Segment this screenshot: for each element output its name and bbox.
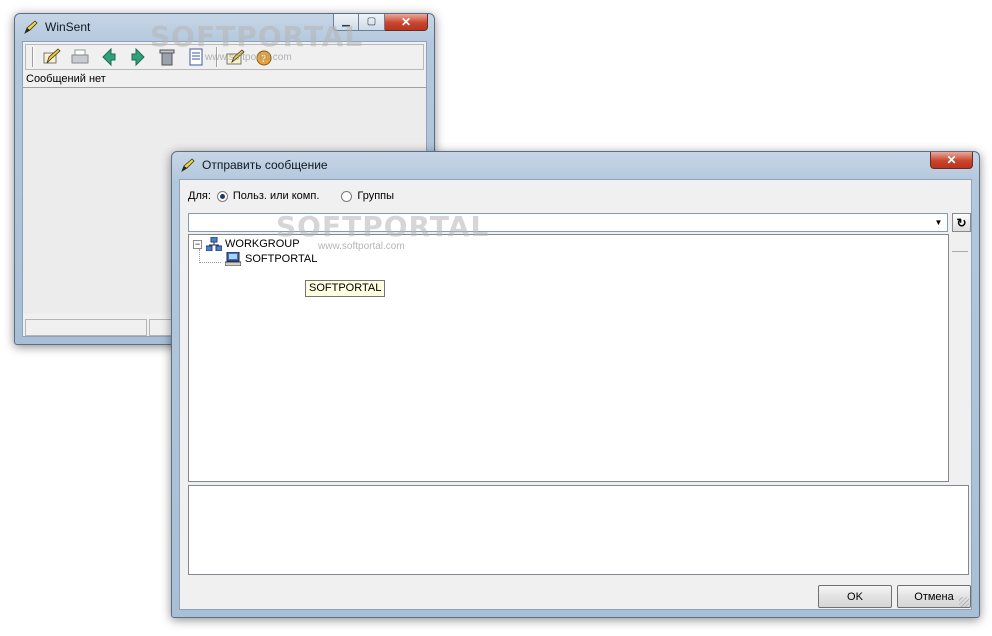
tree-item-workgroup-label: WORKGROUP	[225, 238, 300, 250]
collapse-icon[interactable]: −	[193, 239, 202, 249]
combo-dropdown-edge	[952, 234, 968, 252]
minimize-button[interactable]: ▁	[333, 14, 359, 31]
back-button[interactable]	[98, 46, 120, 68]
print-icon	[71, 49, 89, 64]
pencil-icon	[24, 20, 38, 34]
toolbar-separator	[32, 47, 34, 67]
toolbar-separator	[216, 47, 218, 67]
dialog-client-area: Для: Польз. или комп. Группы ▼ ↻ − WORKG…	[179, 179, 972, 610]
minimize-icon: ▁	[342, 16, 350, 27]
write-message-button[interactable]	[40, 46, 62, 68]
chevron-down-icon[interactable]: ▼	[931, 215, 946, 230]
send-message-dialog: Отправить сообщение ✕ Для: Польз. или ко…	[171, 151, 980, 618]
settings-icon	[226, 49, 245, 65]
delete-button[interactable]	[156, 46, 178, 68]
close-icon: ✕	[946, 153, 957, 167]
dialog-close-button[interactable]: ✕	[930, 152, 973, 169]
help-button[interactable]: ?	[253, 46, 275, 68]
message-status-label: Сообщений нет	[26, 73, 106, 85]
forward-button[interactable]	[127, 46, 149, 68]
dialog-title-bar[interactable]: Отправить сообщение	[172, 152, 979, 178]
list-button[interactable]	[185, 46, 207, 68]
message-text-area[interactable]	[188, 485, 969, 575]
settings-button[interactable]	[224, 46, 246, 68]
tooltip: SOFTPORTAL	[305, 280, 386, 297]
network-group-icon	[206, 237, 222, 251]
main-toolbar: ?	[25, 44, 424, 70]
radio-user-or-computer-label[interactable]: Польз. или комп.	[233, 190, 319, 202]
list-icon	[189, 48, 203, 66]
back-arrow-icon	[102, 47, 116, 67]
status-pane	[25, 319, 147, 336]
forward-arrow-icon	[131, 47, 145, 67]
print-button[interactable]	[69, 46, 91, 68]
tree-item-computer-label: SOFTPORTAL	[245, 253, 318, 265]
write-message-icon	[43, 48, 61, 64]
refresh-icon: ↻	[956, 215, 967, 230]
svg-text:?: ?	[261, 54, 266, 65]
dialog-caption-buttons: ✕	[930, 152, 973, 169]
main-caption-buttons: ▁ ▢ ✕	[333, 14, 428, 31]
refresh-button[interactable]: ↻	[952, 213, 971, 232]
for-label: Для:	[188, 190, 211, 202]
main-window-title: WinSent	[45, 20, 91, 34]
computer-icon	[225, 252, 241, 266]
tree-item-workgroup[interactable]: − WORKGROUP	[193, 237, 300, 251]
tree-item-computer[interactable]: SOFTPORTAL	[225, 252, 317, 266]
close-button[interactable]: ✕	[385, 14, 428, 31]
pencil-icon	[181, 158, 195, 172]
recipient-type-row: Для: Польз. или комп. Группы	[188, 190, 394, 202]
radio-user-or-computer[interactable]	[216, 190, 228, 202]
help-icon: ?	[256, 50, 272, 66]
delete-icon	[159, 49, 175, 66]
close-icon: ✕	[400, 15, 412, 29]
resize-grip[interactable]	[959, 597, 969, 607]
radio-groups[interactable]	[341, 190, 353, 202]
recipient-combobox[interactable]: ▼	[188, 213, 948, 232]
maximize-button[interactable]: ▢	[359, 14, 385, 31]
ok-button[interactable]: OK	[818, 585, 892, 608]
dialog-title: Отправить сообщение	[202, 158, 328, 172]
maximize-icon: ▢	[366, 16, 377, 27]
network-tree[interactable]: − WORKGROUP SOFTPORTAL SOFTPORTAL	[188, 234, 949, 482]
radio-groups-label[interactable]: Группы	[357, 190, 394, 202]
